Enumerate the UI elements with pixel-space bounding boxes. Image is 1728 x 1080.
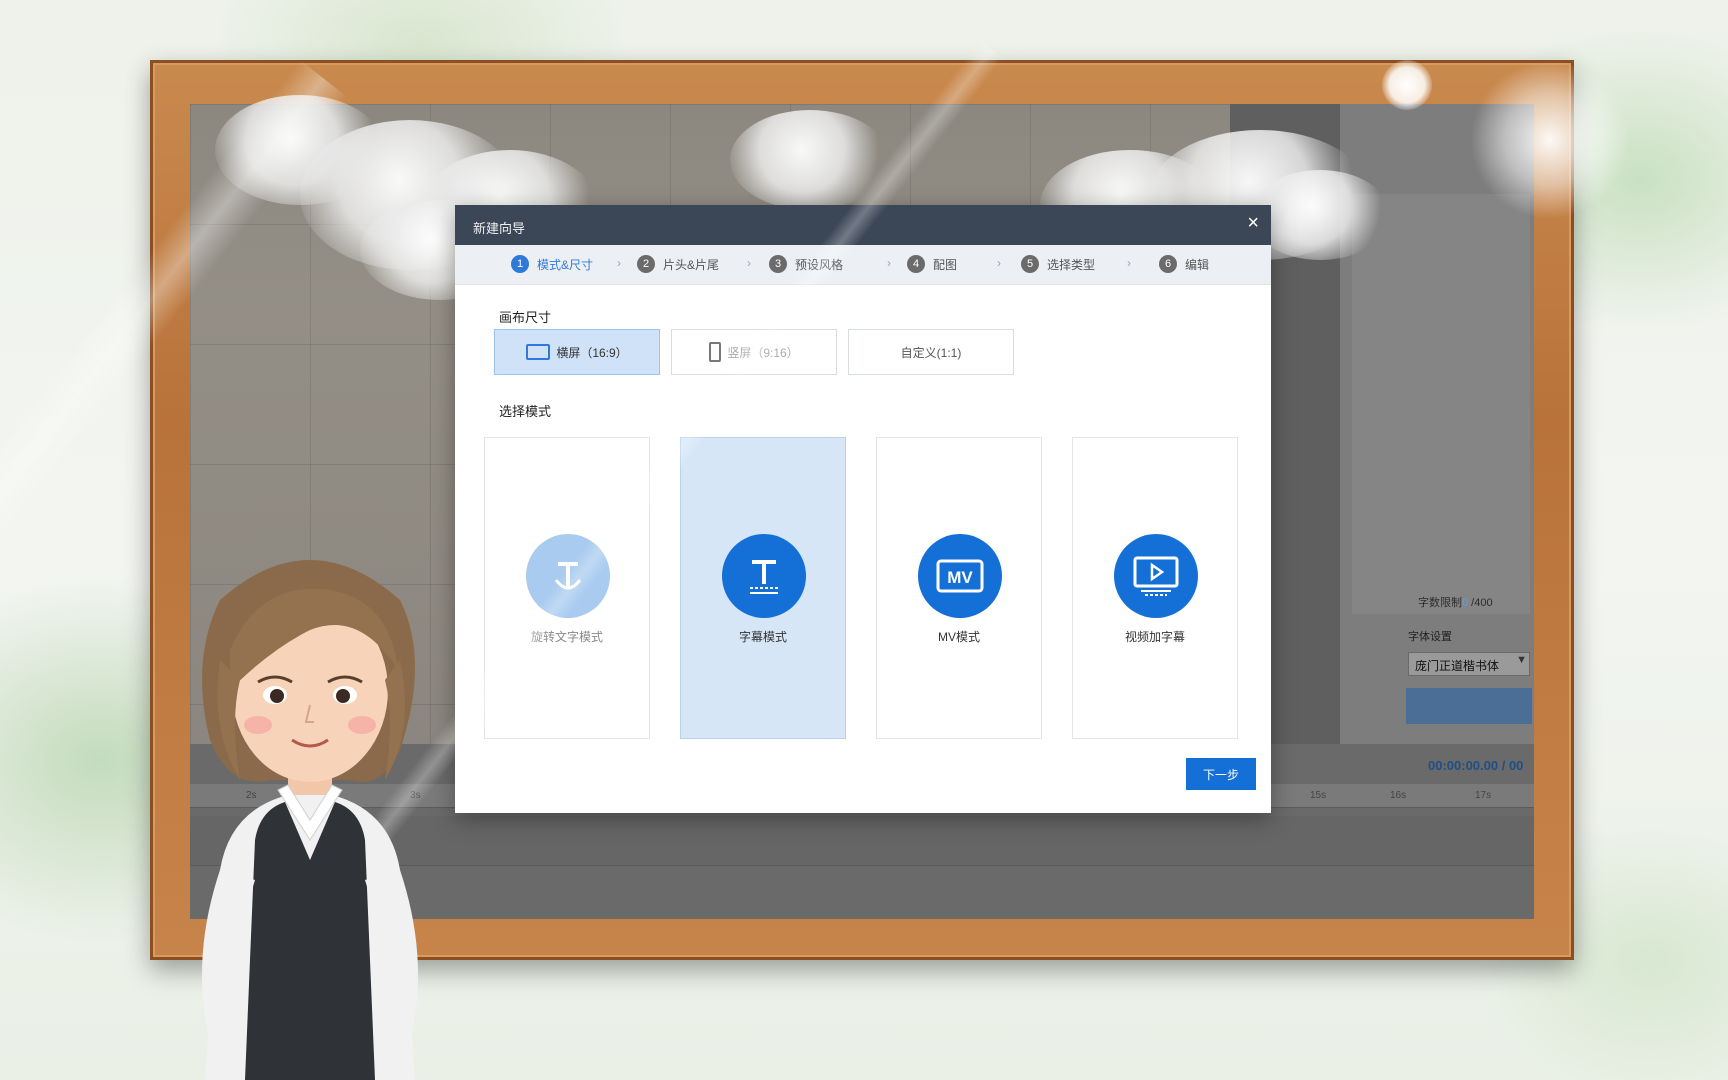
mv-icon: MV	[918, 534, 1002, 618]
chevron-right-icon: ›	[747, 256, 751, 270]
anchor-text-icon	[526, 534, 610, 618]
step-number: 4	[907, 255, 925, 273]
size-option-label: 竖屏（9:16）	[727, 345, 799, 360]
step-number: 5	[1021, 255, 1039, 273]
next-button[interactable]: 下一步	[1186, 758, 1256, 790]
mode-card-subtitle[interactable]: 字幕模式	[680, 437, 846, 739]
step-label: 预设风格	[795, 257, 844, 272]
char-limit: 字数限制0 /400	[1418, 594, 1493, 610]
svg-text:MV: MV	[947, 568, 973, 587]
font-select-value: 庞门正道楷书体	[1415, 659, 1500, 673]
mode-card-video-subtitle[interactable]: 视频加字幕	[1072, 437, 1238, 739]
step-images[interactable]: 4 配图	[907, 255, 957, 273]
wizard-steps: 1 模式&尺寸 › 2 片头&片尾 › 3 预设风格 › 4 配图 › 5 选择…	[455, 245, 1271, 285]
step-number: 1	[511, 255, 529, 273]
portrait-phone-icon	[709, 342, 722, 362]
chevron-right-icon: ›	[1127, 256, 1131, 270]
text-paper	[1352, 194, 1530, 614]
size-portrait-button[interactable]: 竖屏（9:16）	[671, 329, 837, 375]
size-custom-button[interactable]: 自定义(1:1)	[848, 329, 1014, 375]
step-mode-size[interactable]: 1 模式&尺寸	[511, 255, 593, 273]
mode-label: 字幕模式	[738, 630, 787, 644]
step-intro-outro[interactable]: 2 片头&片尾	[637, 255, 719, 273]
cartoon-teacher-character	[202, 560, 418, 1080]
mode-label: 视频加字幕	[1124, 630, 1185, 644]
char-limit-label: 字数限制	[1418, 597, 1462, 609]
step-label: 配图	[933, 257, 958, 272]
close-icon[interactable]: ×	[1247, 213, 1259, 233]
cloud	[1250, 170, 1390, 260]
landscape-screen-icon	[526, 344, 551, 360]
dialog-header: 新建向导 ×	[455, 205, 1271, 245]
select-mode-label: 选择模式	[499, 404, 552, 419]
panel-apply-button[interactable]	[1406, 688, 1532, 724]
dialog-title: 新建向导	[473, 221, 526, 236]
time-display: 00:00:00.00 / 00	[1428, 758, 1524, 773]
ruler-tick: 17s	[1475, 790, 1492, 801]
step-edit[interactable]: 6 编辑	[1159, 255, 1209, 273]
step-label: 片头&片尾	[663, 257, 720, 272]
ruler-tick: 15s	[1310, 790, 1327, 801]
mode-card-mv[interactable]: MV MV模式	[876, 437, 1042, 739]
mode-label: MV模式	[937, 630, 980, 644]
step-select-type[interactable]: 5 选择类型	[1021, 255, 1095, 273]
chevron-down-icon: ▼	[1516, 654, 1527, 666]
light-reflection	[1382, 60, 1432, 110]
chevron-right-icon: ›	[997, 256, 1001, 270]
light-reflection	[1470, 60, 1630, 220]
mode-label: 旋转文字模式	[530, 630, 603, 644]
step-number: 3	[769, 255, 787, 273]
step-number: 2	[637, 255, 655, 273]
ruler-tick: 16s	[1390, 790, 1407, 801]
video-play-icon	[1114, 534, 1198, 618]
size-option-label: 自定义(1:1)	[900, 345, 962, 360]
step-preset-style[interactable]: 3 预设风格	[769, 255, 843, 273]
new-wizard-dialog: 新建向导 × 1 模式&尺寸 › 2 片头&片尾 › 3 预设风格 › 4 配图…	[455, 205, 1271, 813]
size-landscape-button[interactable]: 横屏（16:9）	[494, 329, 660, 375]
step-label: 模式&尺寸	[537, 257, 594, 272]
subtitle-t-icon	[722, 534, 806, 618]
cloud	[730, 110, 890, 210]
size-option-label: 横屏（16:9）	[556, 345, 628, 360]
canvas-size-label: 画布尺寸	[499, 310, 552, 325]
step-label: 编辑	[1185, 257, 1210, 272]
chevron-right-icon: ›	[887, 256, 891, 270]
font-settings-label: 字体设置	[1408, 631, 1452, 643]
step-label: 选择类型	[1047, 257, 1096, 272]
mode-card-rotating-text[interactable]: 旋转文字模式	[484, 437, 650, 739]
char-limit-max: /400	[1468, 597, 1493, 609]
font-select[interactable]: 庞门正道楷书体 ▼	[1408, 652, 1530, 676]
chevron-right-icon: ›	[617, 256, 621, 270]
step-number: 6	[1159, 255, 1177, 273]
